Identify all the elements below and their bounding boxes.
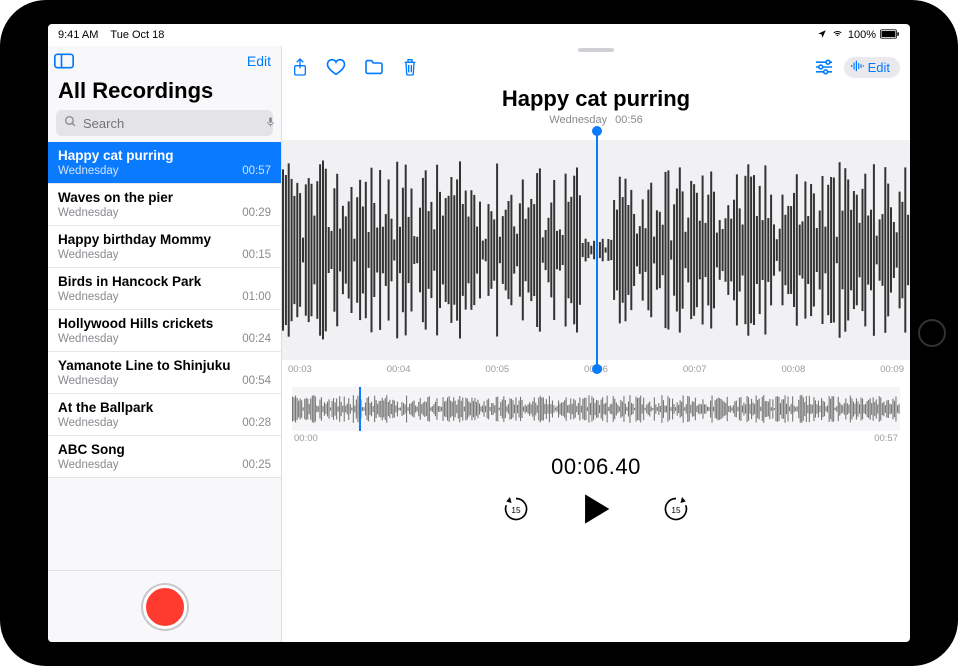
recording-row-duration: 01:00 [242, 291, 271, 303]
delete-button[interactable] [402, 57, 418, 77]
recording-row-duration: 00:29 [242, 207, 271, 219]
recording-title[interactable]: Happy cat purring [282, 86, 910, 112]
playback-options-button[interactable] [814, 59, 834, 75]
recording-row-title: ABC Song [58, 442, 271, 457]
overview-end: 00:57 [874, 433, 898, 444]
recording-row-title: Hollywood Hills crickets [58, 316, 271, 331]
recording-row-duration: 00:28 [242, 417, 271, 429]
sidebar: Edit All Recordings Happy cat purring Wed… [48, 46, 282, 642]
edit-recording-button[interactable]: Edit [844, 57, 900, 78]
recording-row[interactable]: At the Ballpark Wednesday 00:28 [48, 394, 281, 436]
recording-row-title: Happy birthday Mommy [58, 232, 271, 247]
timeline-tick: 00:07 [683, 364, 707, 375]
play-button[interactable] [581, 492, 611, 531]
recording-row-day: Wednesday [58, 207, 119, 219]
battery-pct: 100% [848, 29, 876, 41]
waveform-icon [850, 60, 864, 75]
recording-row-day: Wednesday [58, 165, 119, 177]
recording-row-day: Wednesday [58, 291, 119, 303]
svg-text:15: 15 [671, 506, 681, 515]
recording-row[interactable]: Waves on the pier Wednesday 00:29 [48, 184, 281, 226]
recording-row-day: Wednesday [58, 249, 119, 261]
playhead[interactable] [596, 134, 598, 366]
share-button[interactable] [292, 57, 308, 77]
recording-row-title: At the Ballpark [58, 400, 271, 415]
timeline-tick: 00:03 [288, 364, 312, 375]
timeline-tick: 00:05 [485, 364, 509, 375]
recording-row[interactable]: Yamanote Line to Shinjuku Wednesday 00:54 [48, 352, 281, 394]
svg-text:15: 15 [511, 506, 521, 515]
recording-row-title: Yamanote Line to Shinjuku [58, 358, 271, 373]
search-input[interactable] [83, 116, 259, 131]
favorite-button[interactable] [326, 58, 346, 76]
record-button[interactable] [143, 585, 187, 629]
recording-day: Wednesday [549, 114, 607, 126]
status-right: 100% [817, 29, 900, 42]
status-time: 9:41 AM [58, 29, 98, 41]
toggle-sidebar-button[interactable] [54, 53, 74, 69]
search-field[interactable] [56, 110, 273, 136]
recordings-list[interactable]: Happy cat purring Wednesday 00:57 Waves on … [48, 142, 281, 570]
detail-pane: Edit Happy cat purring Wednesday 00:56 0… [282, 46, 910, 642]
recording-row-day: Wednesday [58, 375, 119, 387]
recording-row-day: Wednesday [58, 333, 119, 345]
edit-recording-label: Edit [868, 60, 890, 75]
recording-row[interactable]: Hollywood Hills crickets Wednesday 00:24 [48, 310, 281, 352]
timeline-tick: 00:04 [387, 364, 411, 375]
status-bar: 9:41 AM Tue Oct 18 100% [48, 24, 910, 46]
battery-icon [880, 29, 900, 42]
recording-row-duration: 00:25 [242, 459, 271, 471]
recording-row-title: Birds in Hancock Park [58, 274, 271, 289]
wifi-icon [831, 29, 844, 42]
sidebar-title: All Recordings [48, 76, 281, 110]
status-left: 9:41 AM Tue Oct 18 [58, 29, 164, 41]
status-date: Tue Oct 18 [110, 29, 164, 41]
recording-row-duration: 00:54 [242, 375, 271, 387]
recording-row-title: Waves on the pier [58, 190, 271, 205]
home-button[interactable] [918, 319, 946, 347]
move-to-folder-button[interactable] [364, 59, 384, 75]
timecode: 00:06.40 [282, 454, 910, 480]
forward-15-button[interactable]: 15 [661, 494, 691, 529]
timeline-tick: 00:08 [782, 364, 806, 375]
recording-row-duration: 00:57 [242, 165, 271, 177]
main-waveform[interactable] [282, 140, 910, 360]
recording-row[interactable]: Happy birthday Mommy Wednesday 00:15 [48, 226, 281, 268]
sidebar-edit-button[interactable]: Edit [247, 53, 271, 69]
overview-waveform[interactable] [292, 387, 900, 431]
recording-row-day: Wednesday [58, 459, 119, 471]
recording-row[interactable]: ABC Song Wednesday 00:25 [48, 436, 281, 478]
overview-start: 00:00 [294, 433, 318, 444]
recording-row-day: Wednesday [58, 417, 119, 429]
search-icon [64, 115, 77, 131]
recording-row-title: Happy cat purring [58, 148, 271, 163]
mic-icon[interactable] [265, 115, 276, 132]
overview-playhead[interactable] [359, 387, 361, 431]
location-icon [817, 29, 827, 42]
recording-row-duration: 00:24 [242, 333, 271, 345]
recording-length: 00:56 [615, 114, 643, 126]
timeline-tick: 00:09 [880, 364, 904, 375]
rewind-15-button[interactable]: 15 [501, 494, 531, 529]
recording-row-duration: 00:15 [242, 249, 271, 261]
recording-row[interactable]: Birds in Hancock Park Wednesday 01:00 [48, 268, 281, 310]
recording-row[interactable]: Happy cat purring Wednesday 00:57 [48, 142, 281, 184]
